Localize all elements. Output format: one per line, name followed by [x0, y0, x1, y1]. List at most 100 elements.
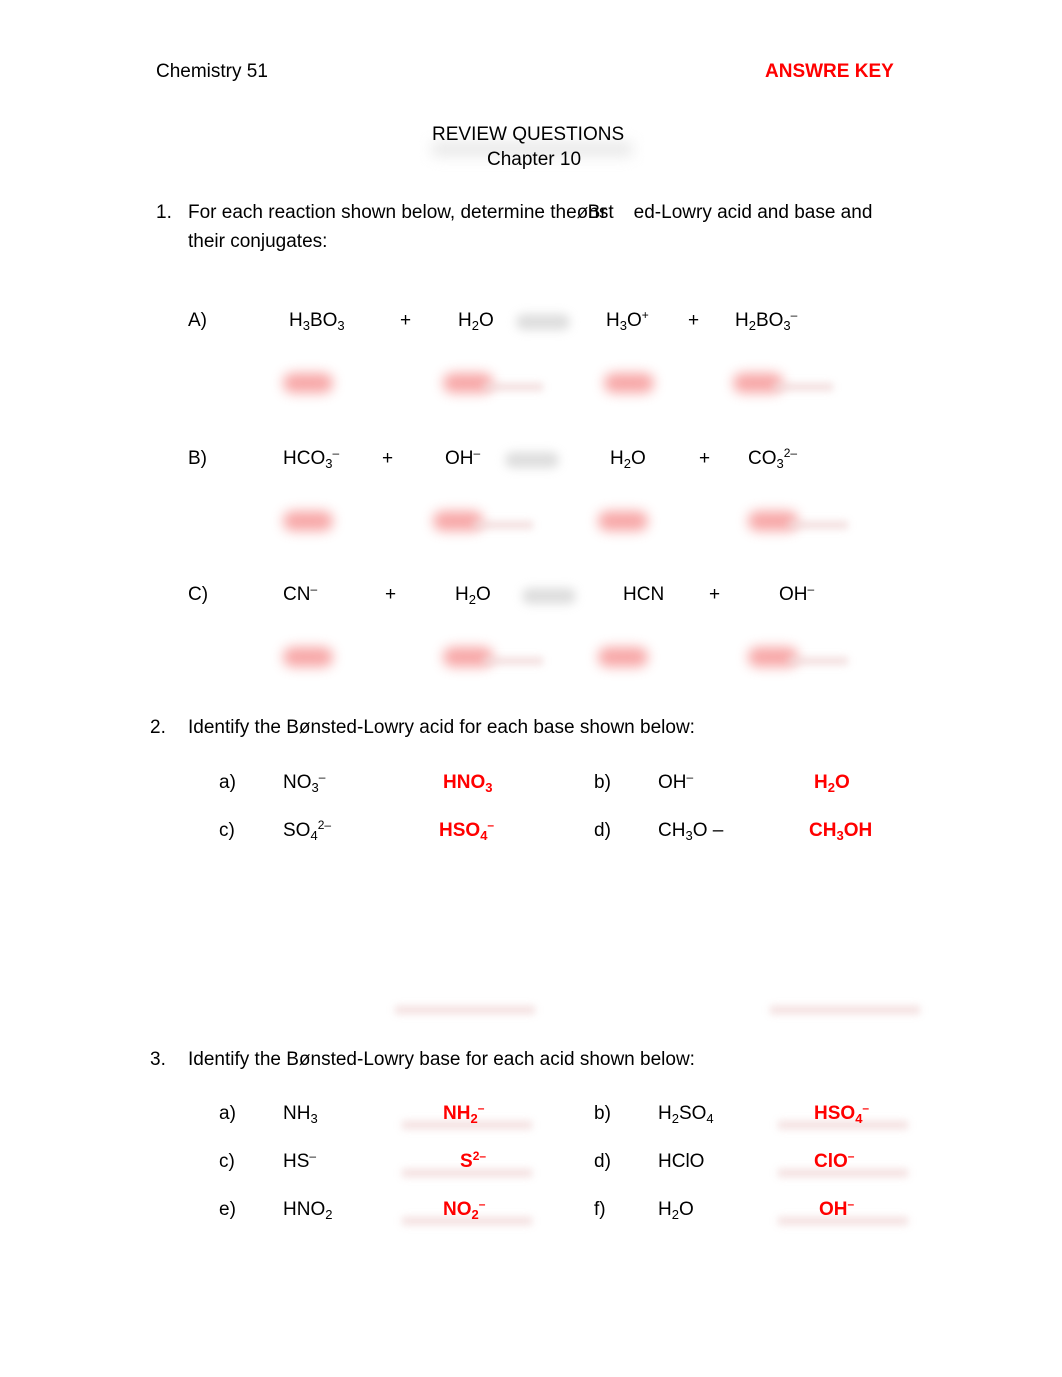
- formula-part: SO: [283, 820, 311, 841]
- answer-acid: CH3OH: [809, 820, 872, 842]
- formula-part: H: [814, 772, 828, 793]
- formula-part: 2: [671, 1111, 679, 1126]
- q1-text-part2: ed-Lowry acid and base and: [633, 202, 873, 223]
- item-label: d): [594, 1151, 611, 1172]
- formula-part: NH: [283, 1103, 311, 1124]
- reaction-label: A): [188, 310, 207, 331]
- formula-part: 3: [619, 318, 627, 333]
- formula-part: 2: [471, 1207, 479, 1222]
- answer-base: S2–: [460, 1150, 486, 1173]
- formula-part: –: [477, 1101, 485, 1115]
- formula-part: OH: [445, 448, 474, 469]
- formula-part: 2: [470, 1111, 478, 1126]
- formula-part: 2: [468, 592, 476, 607]
- item-label: b): [594, 772, 611, 793]
- formula-part: 2: [671, 1207, 679, 1222]
- formula-part: –: [310, 582, 318, 596]
- plus-sign: +: [400, 310, 412, 331]
- plus-sign: +: [688, 310, 700, 331]
- answer-key-label: ANSWRE KEY: [765, 61, 894, 82]
- reactant-2: H2O: [458, 310, 494, 332]
- formula-part: CH: [658, 820, 686, 841]
- page-subtitle: Chapter 10: [487, 149, 582, 170]
- q1-text: For each reaction shown below, determine…: [188, 202, 872, 224]
- base-formula: CH3O –: [658, 820, 723, 842]
- formula-part: 4: [706, 1111, 714, 1126]
- item-label: f): [594, 1199, 606, 1220]
- formula-part: CO: [748, 448, 777, 469]
- blurred-region: [483, 657, 543, 665]
- formula-part: 3: [337, 318, 345, 333]
- formula-part: 3: [836, 828, 844, 843]
- formula-part: HNO: [283, 1199, 326, 1220]
- page-title: REVIEW QUESTIONS: [432, 124, 625, 145]
- formula-part: 2: [325, 1207, 333, 1222]
- answer-base: NH2–: [443, 1101, 485, 1126]
- formula-part: O: [626, 310, 642, 331]
- formula-part: H: [735, 310, 749, 331]
- item-label: d): [594, 820, 611, 841]
- q1-text-overlap-b: ønst: [576, 202, 614, 223]
- formula-part: O: [475, 584, 491, 605]
- formula-part: –: [686, 770, 694, 784]
- blurred-answer: [598, 511, 648, 531]
- formula-part: –: [862, 1101, 870, 1115]
- blurred-answer: [598, 647, 648, 667]
- acid-formula: H2SO4: [658, 1103, 714, 1125]
- formula-part: O: [630, 448, 646, 469]
- q2-number: 2.: [150, 717, 166, 738]
- formula-part: ClO: [814, 1151, 848, 1172]
- formula-part: O: [478, 310, 494, 331]
- product-2: OH–: [779, 582, 815, 606]
- reactant-2: OH–: [445, 446, 481, 470]
- product-1: H3O+: [606, 308, 649, 333]
- blurred-region: [773, 383, 833, 391]
- formula-part: +: [641, 308, 649, 322]
- course-name: Chemistry 51: [156, 61, 268, 82]
- formula-part: S: [460, 1151, 473, 1172]
- formula-part: 3: [783, 318, 791, 333]
- formula-part: 3: [776, 456, 784, 471]
- formula-part: BO: [309, 310, 338, 331]
- acid-formula: HNO2: [283, 1199, 332, 1221]
- blurred-region: [483, 383, 543, 391]
- reactant-1: H3BO3: [289, 310, 345, 332]
- formula-part: HNO: [443, 772, 486, 793]
- answer-base: OH–: [819, 1198, 854, 1221]
- formula-part: HCN: [623, 584, 665, 605]
- plus-sign: +: [709, 584, 721, 605]
- product-2: H2BO3–: [735, 309, 797, 333]
- acid-formula: HS–: [283, 1150, 316, 1173]
- blurred-answer: [283, 511, 333, 531]
- base-formula: OH–: [658, 770, 694, 794]
- formula-part: –: [847, 1149, 855, 1163]
- formula-part: H: [610, 448, 624, 469]
- formula-part: –: [487, 818, 495, 832]
- formula-part: –: [473, 446, 481, 460]
- formula-part: HSO: [814, 1103, 856, 1124]
- acid-formula: HClO: [658, 1151, 704, 1173]
- item-label: e): [219, 1199, 236, 1220]
- plus-sign: +: [382, 448, 394, 469]
- formula-part: 3: [310, 1111, 318, 1126]
- base-formula: NO3–: [283, 770, 326, 794]
- answer-acid: HSO4–: [439, 818, 495, 842]
- blurred-answer: [283, 647, 333, 667]
- formula-part: H: [455, 584, 469, 605]
- formula-part: –: [332, 446, 340, 460]
- blurred-region: [788, 521, 848, 529]
- blurred-region: [473, 521, 533, 529]
- blurred-answer: [283, 373, 333, 393]
- formula-part: 2: [471, 318, 479, 333]
- formula-part: 3: [302, 318, 310, 333]
- reaction-arrow-blurred: [505, 452, 559, 468]
- product-1: HCN: [623, 584, 664, 606]
- answer-base: ClO–: [814, 1149, 855, 1173]
- acid-formula: H2O: [658, 1199, 694, 1221]
- formula-part: –: [807, 582, 815, 596]
- q2-text: Identify the Bønsted-Lowry acid for each…: [188, 717, 695, 738]
- formula-part: 2: [827, 780, 835, 795]
- formula-part: –: [318, 770, 326, 784]
- reaction-label: C): [188, 584, 209, 605]
- formula-part: O: [678, 1199, 694, 1220]
